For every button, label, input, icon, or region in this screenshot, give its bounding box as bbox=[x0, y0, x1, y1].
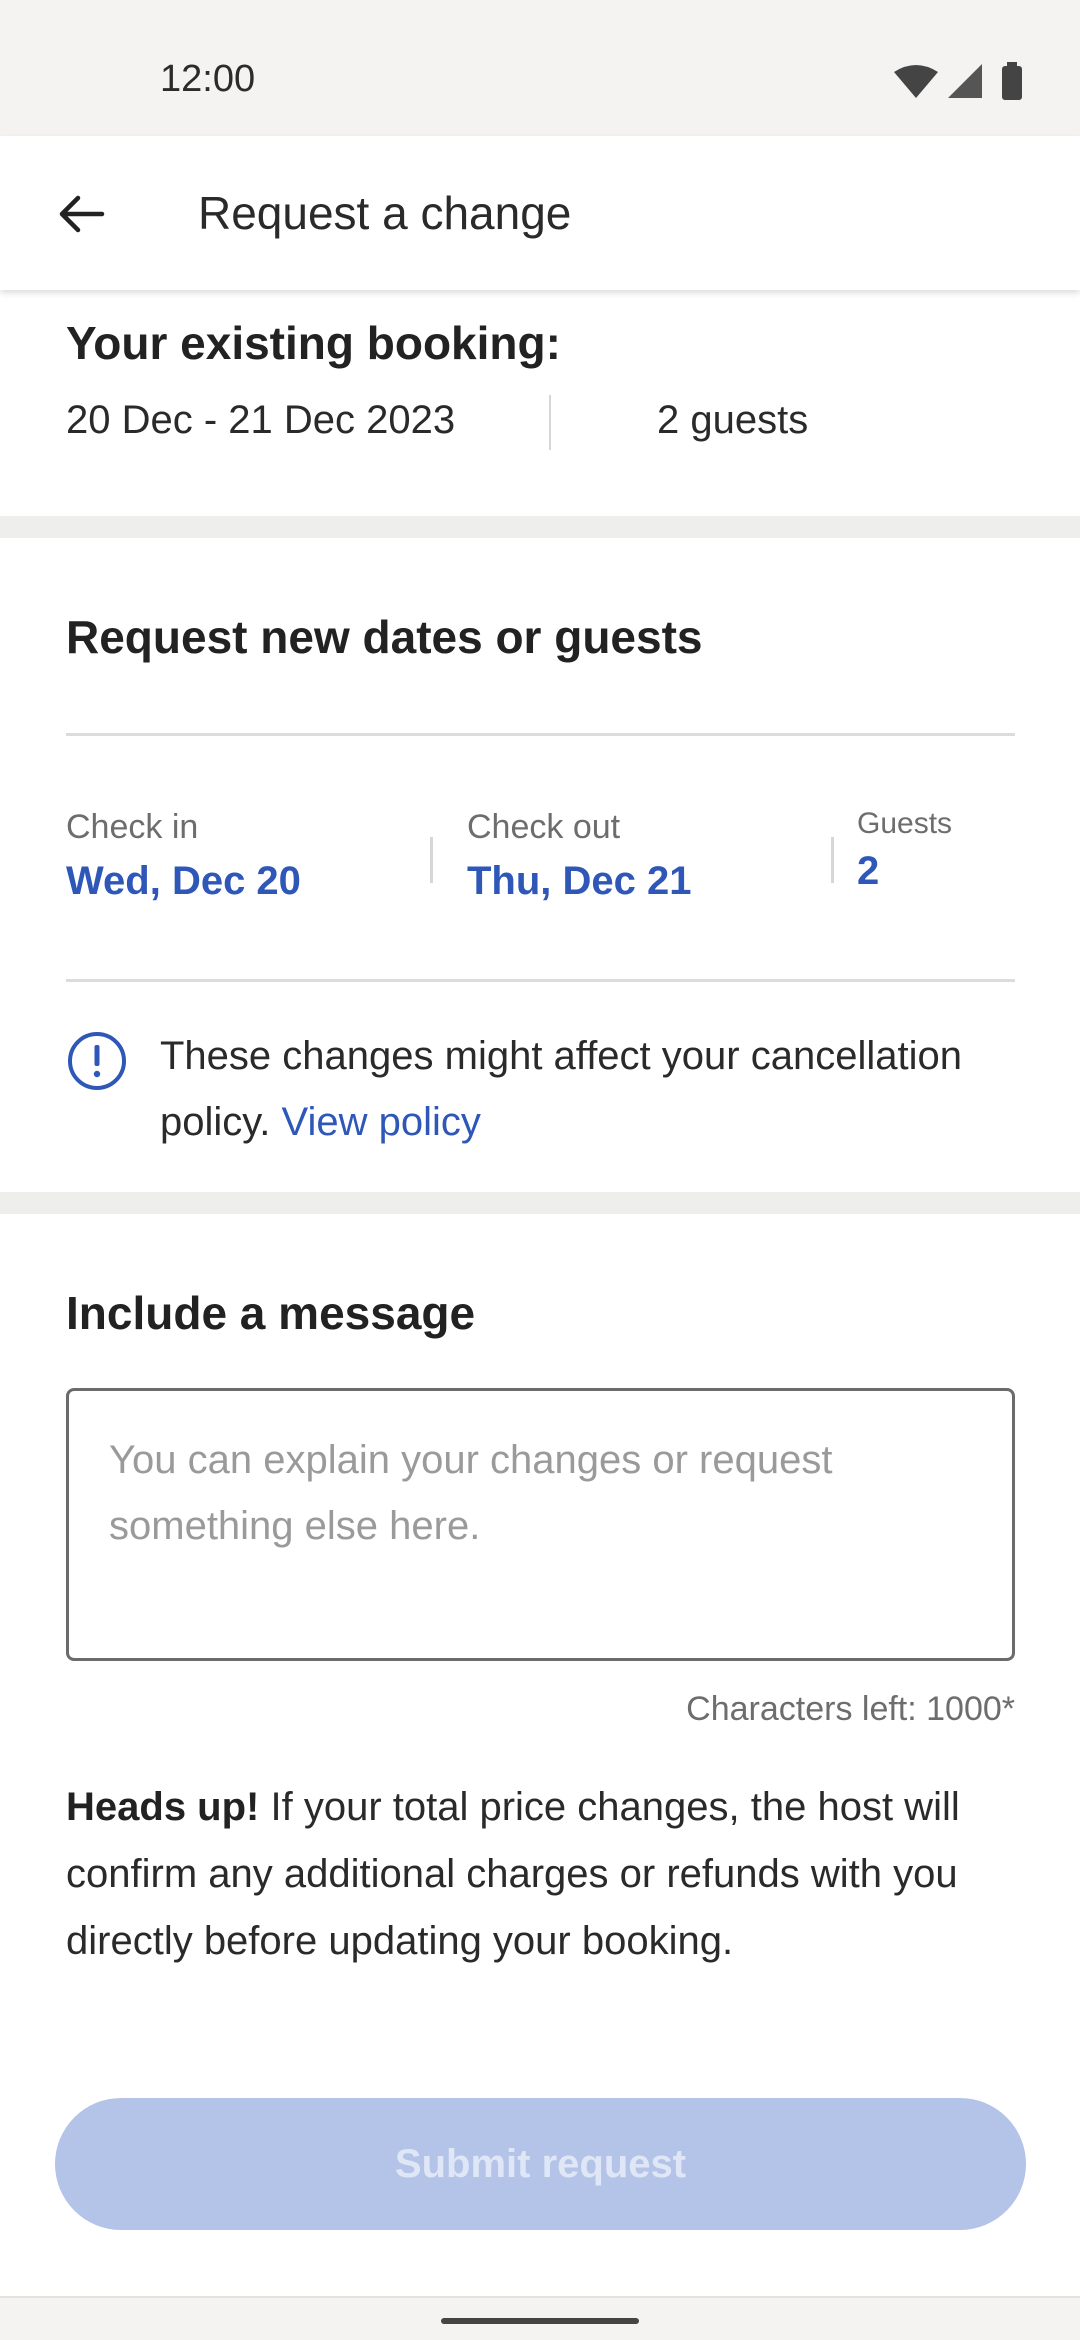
guests-value: 2 bbox=[857, 849, 880, 893]
heads-up-bold: Heads up! bbox=[66, 1785, 260, 1829]
notice-text: These changes might affect your cancella… bbox=[160, 1034, 962, 1144]
existing-booking-title: Your existing booking: bbox=[66, 317, 561, 369]
home-gesture-handle[interactable] bbox=[441, 2318, 639, 2324]
existing-booking-dates: 20 Dec - 21 Dec 2023 bbox=[66, 398, 456, 442]
page-title: Request a change bbox=[198, 187, 572, 239]
status-time: 12:00 bbox=[160, 58, 256, 100]
info-circle-icon bbox=[68, 1032, 126, 1090]
app-bar: Request a change bbox=[0, 136, 1080, 290]
include-message-title: Include a message bbox=[66, 1287, 476, 1339]
back-button[interactable] bbox=[40, 172, 124, 256]
existing-booking-section: Your existing booking: 20 Dec - 21 Dec 2… bbox=[0, 290, 1080, 516]
divider-line bbox=[66, 733, 1015, 736]
view-policy-link[interactable]: View policy bbox=[282, 1100, 481, 1144]
message-input[interactable] bbox=[66, 1388, 1015, 1661]
cancellation-notice: These changes might affect your cancella… bbox=[160, 1023, 1030, 1155]
battery-icon bbox=[1002, 66, 1022, 100]
heads-up-notice: Heads up! If your total price changes, t… bbox=[66, 1774, 1016, 1975]
status-icons bbox=[892, 62, 1032, 102]
characters-left-counter: Characters left: 1000* bbox=[686, 1690, 1015, 1728]
check-out-value: Thu, Dec 21 bbox=[467, 859, 692, 903]
arrow-left-icon bbox=[59, 195, 105, 233]
submit-request-button[interactable]: Submit request bbox=[55, 2098, 1026, 2230]
message-section bbox=[0, 1214, 1080, 2114]
navigation-bar bbox=[0, 2296, 1080, 2340]
status-bar: 12:00 bbox=[0, 0, 1080, 136]
check-in-value: Wed, Dec 20 bbox=[66, 859, 301, 903]
check-in-label: Check in bbox=[66, 808, 199, 846]
guests-field[interactable]: Guests 2 bbox=[857, 807, 1017, 894]
request-new-dates-title: Request new dates or guests bbox=[66, 611, 703, 663]
wifi-icon bbox=[894, 65, 938, 98]
check-out-label: Check out bbox=[467, 808, 621, 846]
guests-label: Guests bbox=[857, 807, 953, 840]
check-in-field[interactable]: Check in Wed, Dec 20 bbox=[66, 808, 396, 904]
divider-line bbox=[66, 979, 1015, 982]
signal-icon bbox=[948, 64, 982, 98]
section-separator bbox=[0, 516, 1080, 538]
existing-booking-divider bbox=[549, 395, 551, 450]
check-out-field[interactable]: Check out Thu, Dec 21 bbox=[467, 808, 797, 904]
existing-booking-guests: 2 guests bbox=[657, 398, 809, 442]
field-divider bbox=[430, 837, 433, 883]
field-divider bbox=[831, 837, 834, 883]
section-separator bbox=[0, 1192, 1080, 1214]
